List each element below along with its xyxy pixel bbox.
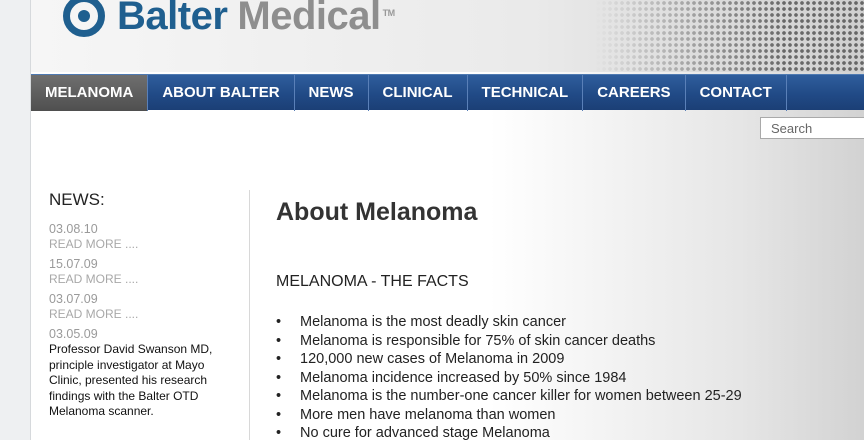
news-date: 03.05.09 xyxy=(49,327,98,341)
search-input[interactable] xyxy=(760,117,864,139)
trademark-mark: TM xyxy=(382,7,396,18)
nav-item-about-balter[interactable]: ABOUT BALTER xyxy=(148,75,295,111)
news-sidebar: NEWS: 03.08.10 READ MORE .... 15.07.09 R… xyxy=(49,190,249,425)
nav-item-careers[interactable]: CAREERS xyxy=(583,75,686,111)
news-item: 15.07.09 READ MORE .... xyxy=(49,257,249,287)
news-date: 03.08.10 xyxy=(49,222,98,236)
fact-item: Melanoma incidence increased by 50% sinc… xyxy=(276,369,856,388)
main-nav: MELANOMA ABOUT BALTER NEWS CLINICAL TECH… xyxy=(31,74,864,111)
logo-word-balter: Balter xyxy=(117,0,228,38)
news-item: 03.08.10 READ MORE .... xyxy=(49,222,249,252)
news-date: 15.07.09 xyxy=(49,257,98,271)
news-item: 03.05.09 Professor David Swanson MD, pri… xyxy=(49,327,249,420)
fact-item: No cure for advanced stage Melanoma xyxy=(276,424,856,440)
fact-item: 120,000 new cases of Melanoma in 2009 xyxy=(276,350,856,369)
fact-item: Melanoma is responsible for 75% of skin … xyxy=(276,332,856,351)
logo-word-medical: Medical xyxy=(237,0,381,38)
nav-item-contact[interactable]: CONTACT xyxy=(686,75,787,111)
news-item: 03.07.09 READ MORE .... xyxy=(49,292,249,322)
facts-heading: MELANOMA - THE FACTS xyxy=(276,273,469,290)
nav-item-clinical[interactable]: CLINICAL xyxy=(369,75,468,111)
logo-mark-icon xyxy=(63,0,105,37)
halftone-decoration xyxy=(595,0,864,72)
read-more-link[interactable]: READ MORE .... xyxy=(49,307,249,322)
nav-item-news[interactable]: NEWS xyxy=(295,75,369,111)
fact-item: Melanoma is the number-one cancer killer… xyxy=(276,387,856,406)
main-content: About Melanoma MELANOMA - THE FACTS Mela… xyxy=(276,198,856,440)
site-header: Balter Medical TM xyxy=(31,0,864,72)
fact-item: More men have melanoma than women xyxy=(276,406,856,425)
site-logo[interactable]: Balter Medical TM xyxy=(63,0,395,46)
read-more-link[interactable]: READ MORE .... xyxy=(49,237,249,252)
sidebar-divider xyxy=(249,190,250,440)
news-heading: NEWS: xyxy=(49,190,105,209)
facts-list: Melanoma is the most deadly skin cancer … xyxy=(276,313,856,440)
news-summary: Professor David Swanson MD, principle in… xyxy=(49,342,213,418)
nav-item-melanoma[interactable]: MELANOMA xyxy=(31,75,149,111)
logo-text: Balter Medical TM xyxy=(117,0,395,39)
page-title: About Melanoma xyxy=(276,198,478,226)
read-more-link[interactable]: READ MORE .... xyxy=(49,272,249,287)
page: Balter Medical TM MELANOMA ABOUT BALTER NE… xyxy=(30,0,864,440)
news-date: 03.07.09 xyxy=(49,292,98,306)
fact-item: Melanoma is the most deadly skin cancer xyxy=(276,313,856,332)
nav-item-technical[interactable]: TECHNICAL xyxy=(468,75,584,111)
